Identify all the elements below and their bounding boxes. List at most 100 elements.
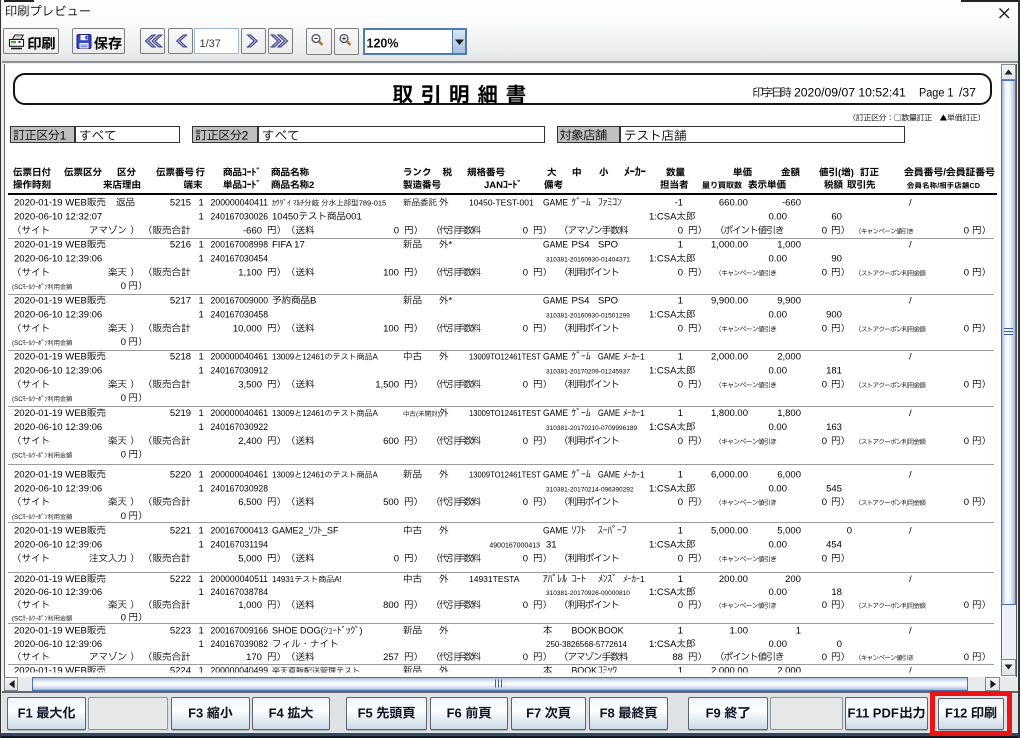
- svg-text:-660: -660: [782, 198, 801, 209]
- svg-text:14931: 14931: [272, 575, 295, 584]
- svg-text:13009TO12461TEST: 13009TO12461TEST: [469, 352, 541, 362]
- svg-text:F1: F1: [18, 706, 33, 721]
- svg-text:240167031194: 240167031194: [211, 540, 269, 551]
- svg-text:10,000: 10,000: [233, 324, 262, 335]
- svg-text:/: /: [937, 181, 939, 190]
- svg-text:310381-20170210-0709996189: 310381-20170210-0709996189: [546, 425, 637, 432]
- svg-text:545: 545: [826, 484, 842, 495]
- svg-text:GAME2_: GAME2_: [272, 526, 310, 536]
- svg-text:900: 900: [826, 310, 842, 321]
- svg-text:240167038784: 240167038784: [211, 587, 269, 598]
- svg-text:200: 200: [785, 574, 801, 585]
- svg-text:2,000.00: 2,000.00: [711, 352, 748, 363]
- svg-text:1,500: 1,500: [375, 380, 399, 391]
- svg-text:200000040511: 200000040511: [211, 574, 269, 585]
- svg-text:1,000.00: 1,000.00: [711, 240, 748, 251]
- svg-text:88: 88: [672, 652, 683, 663]
- svg-text:5224: 5224: [170, 666, 191, 677]
- svg-text:B: B: [310, 296, 316, 307]
- svg-text:600: 600: [383, 436, 399, 447]
- svg-text:5219: 5219: [170, 408, 191, 419]
- svg-text:5220: 5220: [170, 470, 191, 481]
- svg-text:200167009166: 200167009166: [211, 626, 269, 637]
- svg-text:SHOE DOG(: SHOE DOG(: [272, 626, 324, 636]
- svg-text:PS4: PS4: [572, 240, 590, 251]
- svg-text:163: 163: [826, 422, 842, 433]
- svg-text:100: 100: [383, 268, 399, 279]
- svg-text:800: 800: [383, 600, 399, 611]
- svg-text:14931TESTA: 14931TESTA: [469, 574, 520, 584]
- svg-text:2020-06-10 12:39:06: 2020-06-10 12:39:06: [14, 254, 102, 265]
- svg-text:2: 2: [242, 129, 249, 143]
- svg-text:200.00: 200.00: [719, 574, 748, 585]
- svg-text:_SF: _SF: [321, 526, 339, 536]
- svg-text:200000040461: 200000040461: [211, 352, 269, 363]
- svg-text:240167030026: 240167030026: [211, 212, 269, 223]
- svg-text:60: 60: [831, 212, 842, 223]
- svg-text:200167008998: 200167008998: [211, 240, 269, 251]
- svg-text:310381-20170926-00000810: 310381-20170926-00000810: [546, 590, 630, 597]
- svg-text:): ): [360, 626, 363, 636]
- svg-text:90: 90: [831, 254, 842, 265]
- svg-text:5221: 5221: [170, 526, 191, 537]
- svg-text:310381-20160930-01501299: 310381-20160930-01501299: [546, 313, 630, 320]
- svg-text:F5: F5: [358, 706, 373, 721]
- svg-text:Page 1: Page 1: [919, 86, 954, 100]
- svg-text:10450: 10450: [272, 212, 298, 223]
- svg-text:-1: -1: [675, 198, 683, 209]
- svg-text:1.00: 1.00: [730, 626, 749, 637]
- svg-text:001: 001: [346, 212, 362, 223]
- svg-text:): ): [851, 168, 854, 179]
- svg-text:240167039082: 240167039082: [211, 639, 269, 650]
- svg-text:18: 18: [831, 587, 842, 598]
- svg-text:A: A: [373, 353, 379, 362]
- svg-text:F8: F8: [600, 706, 615, 721]
- svg-text:5223: 5223: [170, 626, 191, 637]
- svg-text:FIFA 17: FIFA 17: [272, 240, 305, 251]
- svg-text:JAN: JAN: [484, 180, 503, 191]
- svg-text:1:CSA: 1:CSA: [649, 212, 677, 223]
- svg-text:2,400: 2,400: [238, 436, 262, 447]
- svg-text:200000040499: 200000040499: [211, 666, 269, 677]
- svg-text:660.00: 660.00: [719, 198, 748, 209]
- svg-text:F12: F12: [945, 706, 967, 721]
- svg-text:454: 454: [826, 540, 842, 551]
- svg-text:GAME: GAME: [543, 198, 568, 209]
- svg-text:257: 257: [383, 652, 399, 663]
- svg-text:12461: 12461: [302, 353, 325, 362]
- svg-text:F7: F7: [526, 706, 541, 721]
- svg-text:13009: 13009: [272, 353, 295, 362]
- svg-text:(SC: (SC: [12, 284, 23, 291]
- svg-text:0.00: 0.00: [769, 212, 788, 223]
- svg-text:6,500: 6,500: [238, 497, 262, 508]
- svg-text:*: *: [449, 240, 453, 251]
- svg-text:181: 181: [826, 366, 842, 377]
- svg-text:5215: 5215: [170, 198, 191, 209]
- svg-text:5,000.00: 5,000.00: [711, 526, 748, 537]
- svg-text:GAME: GAME: [598, 352, 620, 363]
- svg-text:(: (: [416, 411, 419, 418]
- svg-text:310381-20170214-096390292: 310381-20170214-096390292: [546, 487, 634, 494]
- svg-text:170: 170: [246, 652, 262, 663]
- svg-text:F3: F3: [188, 706, 203, 721]
- svg-text:240167030922: 240167030922: [211, 422, 269, 433]
- svg-text:(: (: [838, 168, 842, 179]
- svg-text:310381-20170209-01245937: 310381-20170209-01245937: [546, 369, 630, 376]
- svg-text:200167009000: 200167009000: [211, 296, 269, 307]
- svg-text:200000040411: 200000040411: [211, 198, 269, 209]
- svg-text:1,000: 1,000: [777, 240, 801, 251]
- svg-text:120%: 120%: [367, 37, 399, 51]
- svg-text:310381-20160930-01404371: 310381-20160930-01404371: [546, 257, 630, 264]
- svg-text:9,900.00: 9,900.00: [711, 296, 748, 307]
- svg-text:500: 500: [383, 497, 399, 508]
- svg-text:BOOK: BOOK: [572, 626, 598, 637]
- svg-text:1,800: 1,800: [777, 408, 801, 419]
- svg-text:SPO: SPO: [598, 240, 618, 251]
- svg-text:2020/09/07 10:52:41: 2020/09/07 10:52:41: [794, 86, 906, 100]
- svg-text:31: 31: [546, 540, 557, 551]
- svg-text:CD: CD: [970, 181, 980, 190]
- svg-text:240167030458: 240167030458: [211, 310, 269, 321]
- svg-text:9,900: 9,900: [777, 296, 801, 307]
- svg-text:1,800.00: 1,800.00: [711, 408, 748, 419]
- svg-text:5,000: 5,000: [777, 526, 801, 537]
